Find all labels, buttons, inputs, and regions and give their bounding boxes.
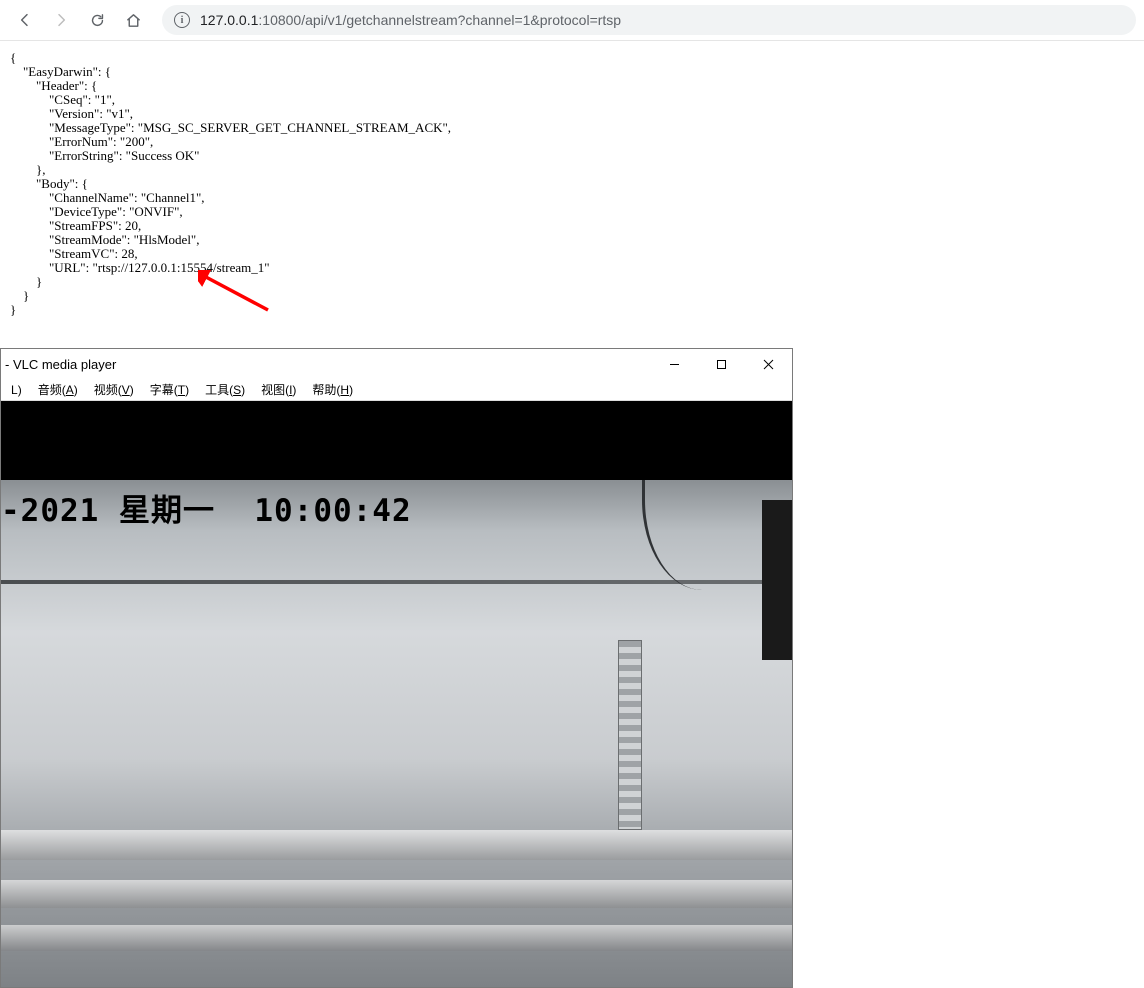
forward-button[interactable] <box>44 3 78 37</box>
maximize-button[interactable] <box>698 349 745 379</box>
osd-overlay: -2021 星期一 10:00:42 <box>1 485 412 530</box>
reload-button[interactable] <box>80 3 114 37</box>
menu-subtitle[interactable]: 字幕(T) <box>142 381 197 398</box>
address-bar[interactable]: i 127.0.0.1:10800/api/v1/getchannelstrea… <box>162 5 1136 35</box>
api-response-json: { "EasyDarwin": { "Header": { "CSeq": "1… <box>0 41 1144 327</box>
vlc-menubar: L) 音频(A) 视频(V) 字幕(T) 工具(S) 视图(I) 帮助(H) <box>1 379 792 401</box>
url-host: 127.0.0.1 <box>200 12 258 28</box>
vlc-titlebar[interactable]: - VLC media player <box>1 349 792 379</box>
menu-help[interactable]: 帮助(H) <box>304 381 361 398</box>
url-text: 127.0.0.1:10800/api/v1/getchannelstream?… <box>200 12 621 28</box>
menu-video[interactable]: 视频(V) <box>86 381 142 398</box>
video-feed <box>1 480 792 987</box>
menu-view[interactable]: 视图(I) <box>253 381 304 398</box>
vlc-title: - VLC media player <box>3 357 651 372</box>
menu-audio[interactable]: 音频(A) <box>30 381 86 398</box>
menu-l[interactable]: L) <box>3 383 30 397</box>
vlc-window: - VLC media player L) 音频(A) 视频(V) 字幕(T) … <box>0 348 793 988</box>
browser-toolbar: i 127.0.0.1:10800/api/v1/getchannelstrea… <box>0 0 1144 41</box>
menu-tools[interactable]: 工具(S) <box>197 381 253 398</box>
window-controls <box>651 349 792 379</box>
minimize-button[interactable] <box>651 349 698 379</box>
vlc-video-area[interactable]: -2021 星期一 10:00:42 <box>1 401 792 987</box>
home-button[interactable] <box>116 3 150 37</box>
site-info-icon[interactable]: i <box>174 12 190 28</box>
back-button[interactable] <box>8 3 42 37</box>
url-path: :10800/api/v1/getchannelstream?channel=1… <box>258 12 621 28</box>
close-button[interactable] <box>745 349 792 379</box>
video-letterbox <box>1 401 792 480</box>
